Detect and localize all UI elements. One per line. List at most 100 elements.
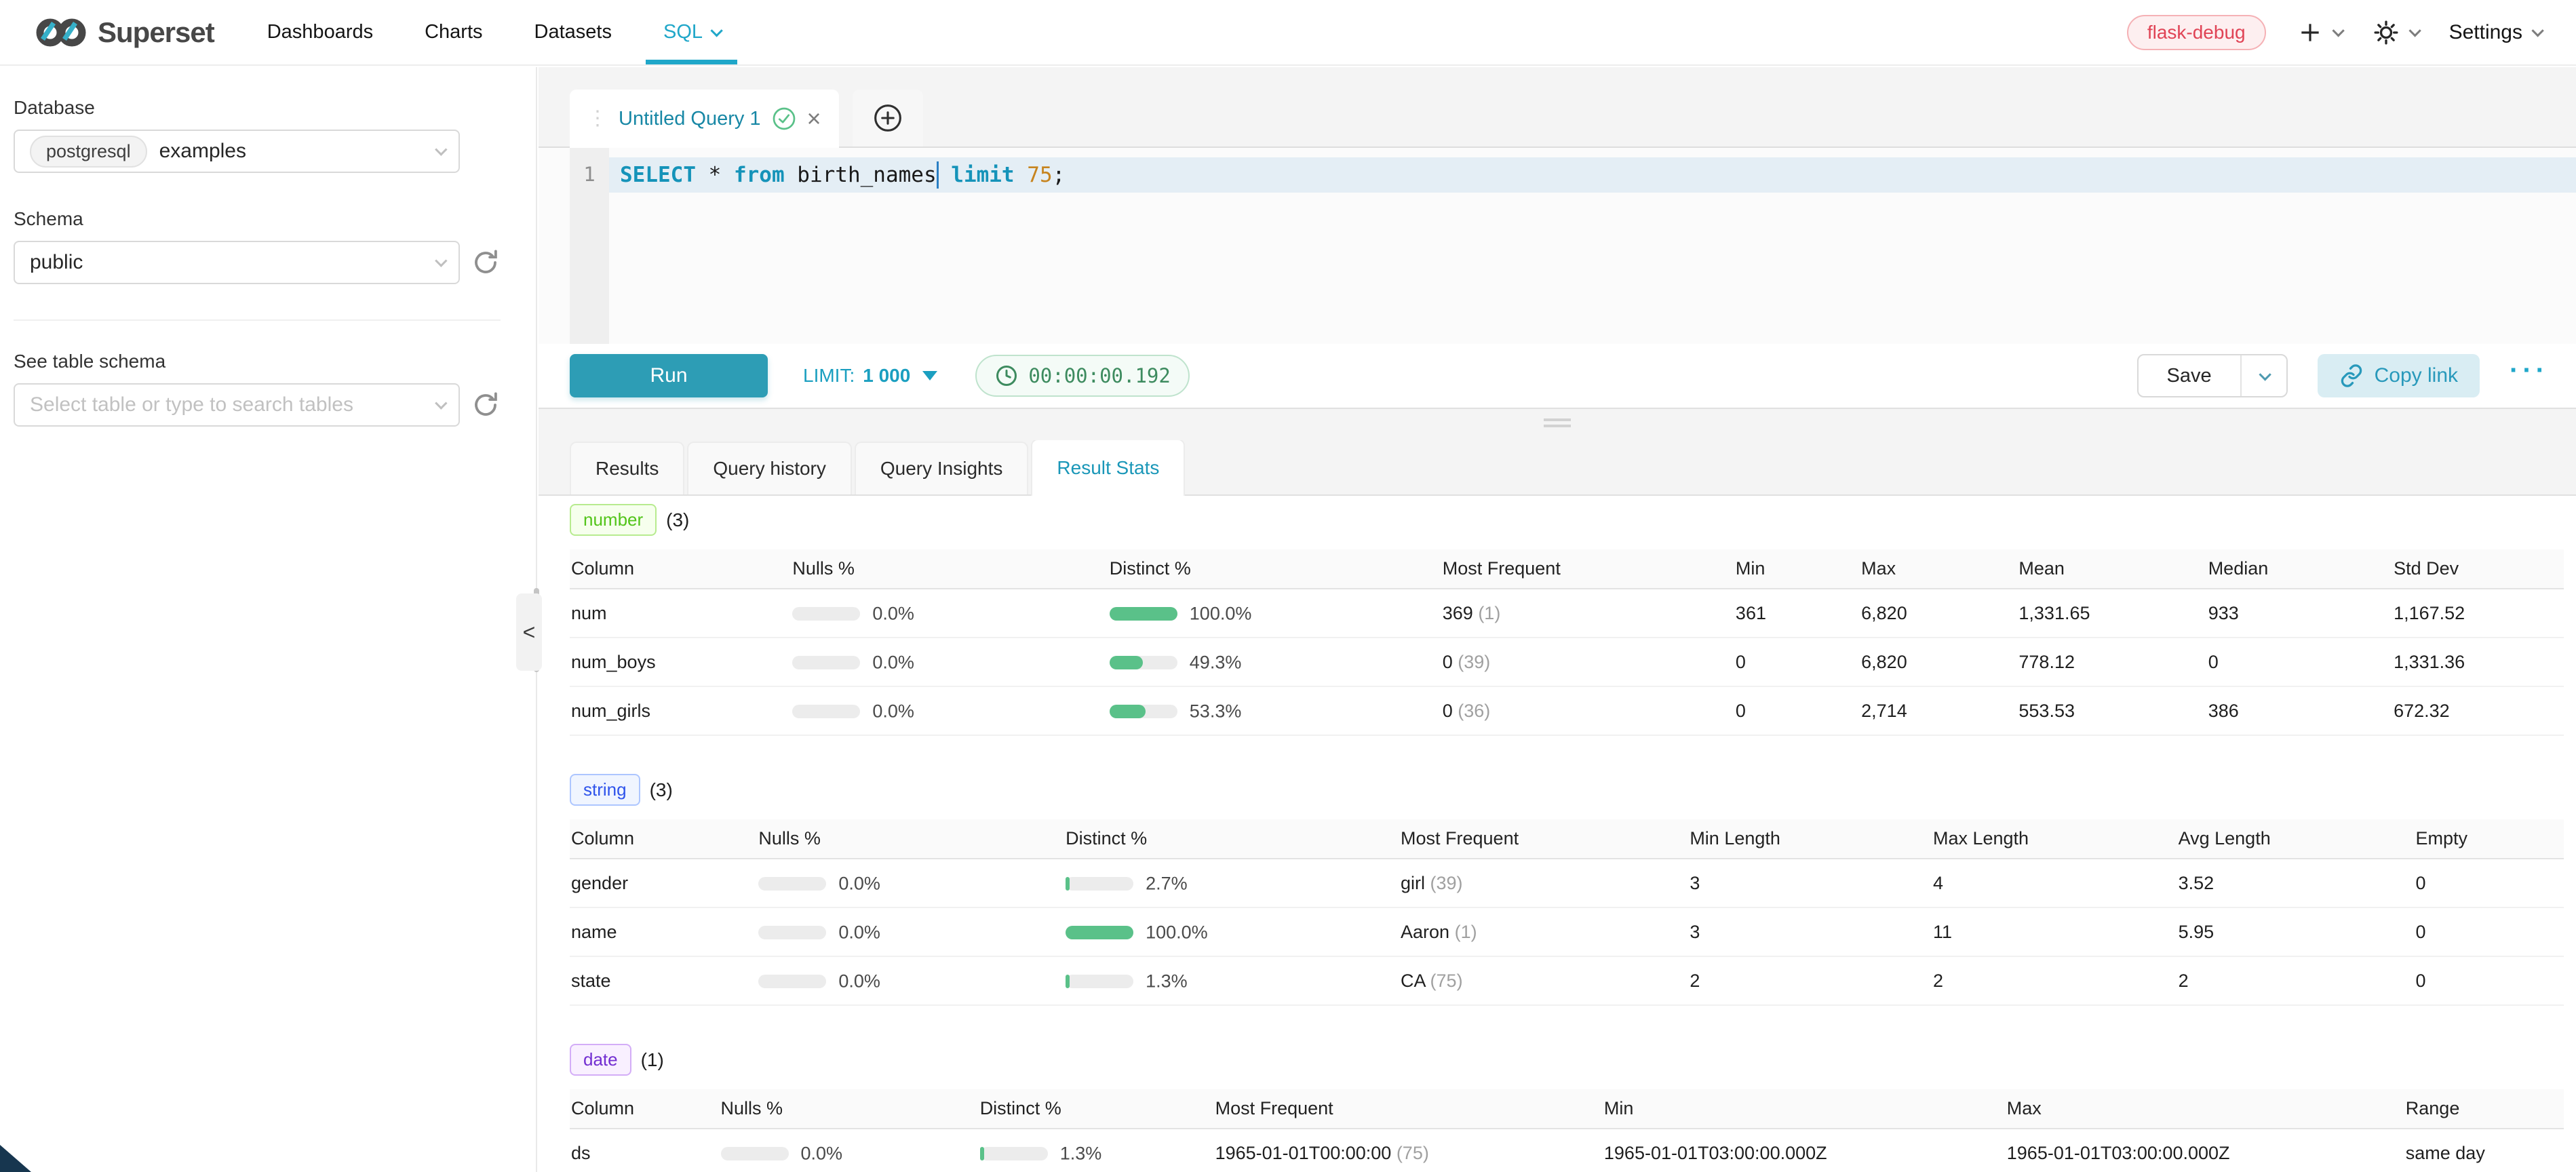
table-header-row: ColumnNulls %Distinct %Most FrequentMinM… [570, 549, 2564, 589]
clock-icon [994, 364, 1019, 388]
tab-query-insights[interactable]: Query Insights [855, 442, 1029, 494]
frequent-count: (39) [1458, 652, 1490, 672]
copy-link-button[interactable]: Copy link [2318, 354, 2480, 397]
schema-select[interactable]: public [14, 241, 460, 284]
percent-label: 0.0% [838, 873, 880, 893]
column-header: Max [1860, 549, 2017, 589]
nulls-pct-cell: 0.0% [757, 859, 1064, 907]
column-header: Nulls % [720, 1089, 979, 1129]
column-name-cell: ds [570, 1129, 720, 1172]
column-header: Min Length [1688, 819, 1932, 859]
column-header: Range [2404, 1089, 2564, 1129]
drag-handle-icon[interactable]: ⋮ [587, 109, 608, 129]
nulls-pct-cell: 0.0% [720, 1129, 979, 1172]
frequent-count: (1) [1478, 603, 1500, 623]
stat-cell: 0 [2414, 907, 2564, 956]
table-row: name0.0%100.0%Aaron (1)3115.950 [570, 907, 2564, 956]
date-section: date(1)ColumnNulls %Distinct %Most Frequ… [570, 1044, 2564, 1172]
frequent-count: (39) [1430, 873, 1463, 893]
stat-cell: 2,714 [1860, 686, 2017, 735]
chevron-down-icon [2531, 24, 2543, 37]
close-tab-icon[interactable]: × [807, 106, 821, 131]
stat-cell: 1,167.52 [2392, 589, 2564, 638]
frequent-value: 369 [1443, 603, 1479, 623]
frequent-count: (1) [1455, 922, 1477, 942]
results-tabbar: ResultsQuery historyQuery InsightsResult… [539, 440, 2576, 496]
table-select[interactable]: Select table or type to search tables [14, 383, 460, 427]
stat-cell: 778.12 [2017, 638, 2206, 686]
sun-icon[interactable] [2373, 19, 2400, 46]
tab-query-history[interactable]: Query history [687, 442, 852, 494]
save-button[interactable]: Save [2139, 355, 2240, 396]
nav-item-label: SQL [663, 21, 703, 43]
sql-editor[interactable]: 1 SELECT * from birth_names limit 75; [539, 148, 2576, 344]
superset-logo[interactable]: Superset [35, 16, 214, 49]
database-select[interactable]: postgresql examples [14, 130, 460, 173]
progress-bar-fill [1066, 926, 1133, 939]
column-header: Min [1603, 1089, 2006, 1129]
tab-result-stats[interactable]: Result Stats [1031, 439, 1185, 496]
editor-gutter: 1 [570, 148, 609, 344]
percent-label: 0.0% [838, 971, 880, 991]
progress-bar-fill [1110, 656, 1143, 669]
theme-menu[interactable] [2373, 19, 2418, 46]
database-value: examples [159, 140, 246, 163]
most-frequent-cell: 0 (36) [1441, 686, 1734, 735]
nulls-pct-cell: 0.0% [791, 638, 1108, 686]
table-row: num_girls0.0%53.3%0 (36)02,714553.533866… [570, 686, 2564, 735]
column-name-cell: num_girls [570, 686, 791, 735]
resize-handle[interactable] [1544, 418, 1571, 431]
distinct-pct-cell: 100.0% [1108, 589, 1441, 638]
most-frequent-cell: 1965-01-01T00:00:00 (75) [1214, 1129, 1603, 1172]
progress-bar [792, 607, 860, 621]
stat-cell: 11 [1932, 907, 2177, 956]
limit-label: LIMIT: [803, 365, 855, 387]
column-header: Nulls % [791, 549, 1108, 589]
chevron-down-icon [2259, 368, 2271, 380]
progress-bar [758, 975, 826, 988]
stat-cell: 0 [2207, 638, 2392, 686]
run-button[interactable]: Run [570, 354, 768, 397]
plus-icon[interactable] [2297, 20, 2323, 45]
progress-bar [1066, 926, 1133, 939]
table-row: state0.0%1.3%CA (75)2220 [570, 956, 2564, 1005]
table-row: gender0.0%2.7%girl (39)343.520 [570, 859, 2564, 907]
column-name-cell: gender [570, 859, 757, 907]
more-actions-button[interactable]: ··· [2510, 365, 2549, 387]
nav-item-sql[interactable]: SQL [663, 0, 720, 64]
nav-item-datasets[interactable]: Datasets [534, 0, 612, 64]
column-header: Min [1734, 549, 1860, 589]
refresh-schemas-button[interactable] [471, 248, 501, 277]
most-frequent-cell: girl (39) [1399, 859, 1688, 907]
new-item-menu[interactable] [2297, 20, 2341, 45]
nav-item-label: Datasets [534, 21, 612, 43]
caret-down-icon [922, 371, 937, 380]
progress-bar-fill [1110, 607, 1177, 621]
refresh-tables-button[interactable] [471, 391, 501, 419]
sql-code-line[interactable]: SELECT * from birth_names limit 75; [620, 157, 1065, 193]
collapse-sidebar-button[interactable]: < [516, 593, 542, 671]
save-dropdown-button[interactable] [2240, 355, 2286, 396]
tab-results[interactable]: Results [570, 442, 684, 494]
query-tab[interactable]: ⋮ Untitled Query 1 × [570, 90, 839, 148]
column-count: (3) [666, 509, 689, 531]
number-badge-row: number(3) [570, 504, 2564, 536]
column-header: Nulls % [757, 819, 1064, 859]
nav-item-dashboards[interactable]: Dashboards [267, 0, 373, 64]
query-tab-title[interactable]: Untitled Query 1 [619, 108, 761, 130]
line-number: 1 [583, 163, 595, 186]
column-header: Column [570, 1089, 720, 1129]
stat-cell: 2 [2177, 956, 2415, 1005]
sidebar-divider [14, 319, 501, 321]
brand-text: Superset [98, 16, 214, 49]
stat-cell: 5.95 [2177, 907, 2415, 956]
percent-label: 0.0% [872, 701, 914, 721]
new-query-tab-button[interactable] [853, 90, 923, 146]
column-name-cell: name [570, 907, 757, 956]
type-badge-date: date [570, 1044, 631, 1076]
nav-item-charts[interactable]: Charts [425, 0, 482, 64]
column-header: Std Dev [2392, 549, 2564, 589]
stat-cell: 3 [1688, 859, 1932, 907]
settings-menu[interactable]: Settings [2449, 21, 2541, 44]
limit-dropdown[interactable]: LIMIT: 1 000 [803, 365, 937, 387]
